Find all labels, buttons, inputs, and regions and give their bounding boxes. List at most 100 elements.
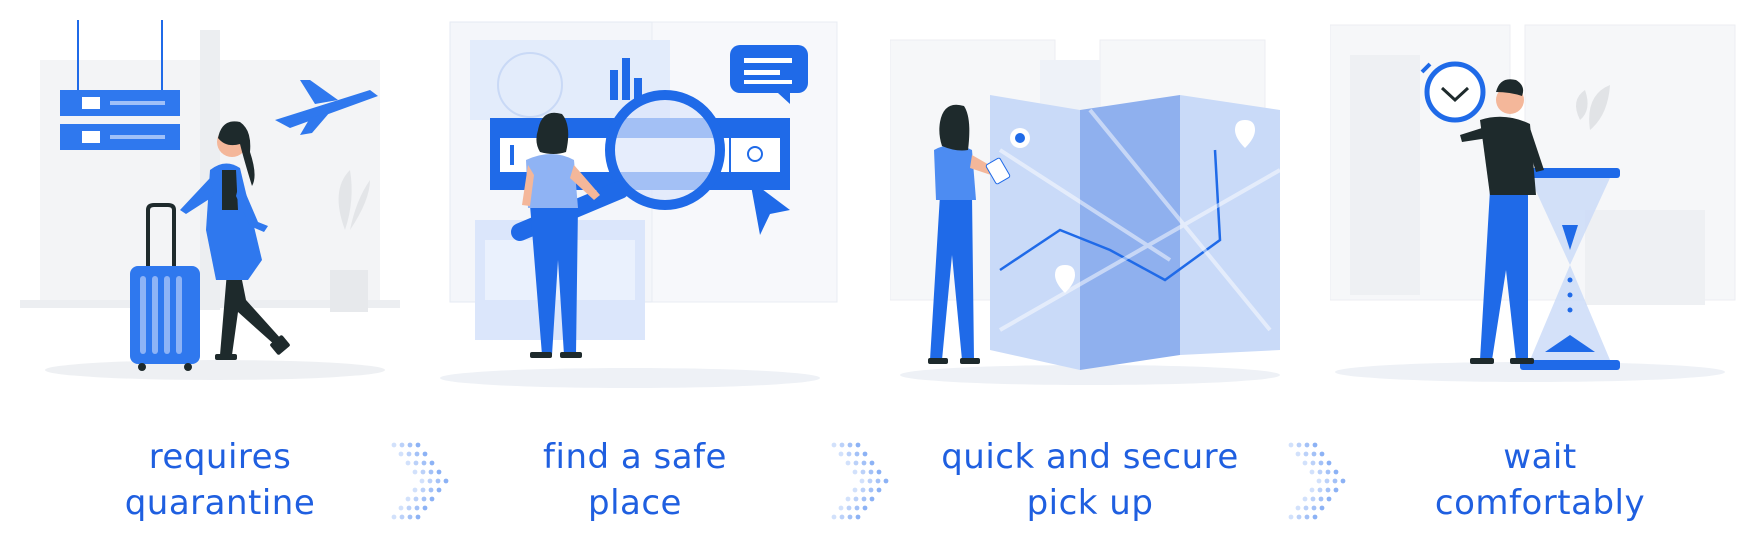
airport-illustration [20, 20, 400, 380]
arrow-dot [420, 487, 426, 493]
arrow-dot [1303, 451, 1309, 457]
waiting-illustration [1330, 24, 1736, 382]
arrow-dot [421, 460, 427, 466]
arrow-dot [414, 505, 420, 511]
arrow-dot [1317, 469, 1323, 475]
arrow-dot [845, 496, 851, 502]
arrow-dot [415, 442, 421, 448]
arrow-dot [859, 478, 865, 484]
step-caption-line2: comfortably [1434, 483, 1646, 523]
map-illustration [890, 39, 1281, 385]
arrow-dot [407, 514, 413, 520]
arrow-dot [1324, 478, 1330, 484]
arrow-dot [422, 451, 428, 457]
arrow-dot [852, 469, 858, 475]
arrow-dot [838, 505, 844, 511]
step-caption-line1: quick and secure [941, 437, 1239, 477]
arrow-dot [1310, 460, 1316, 466]
arrow-dot [855, 442, 861, 448]
step-requires-quarantine: requires quarantine [0, 0, 420, 542]
arrow-dot [854, 505, 860, 511]
arrow-dot [421, 496, 427, 502]
step-find-a-safe-place: find a safe place [430, 0, 860, 542]
arrow-dot [1319, 451, 1325, 457]
search-illustration [440, 21, 838, 388]
arrow-dot [391, 442, 397, 448]
arrow-dot [399, 442, 405, 448]
step-caption-line1: find a safe [543, 437, 727, 477]
step-caption-line2: quarantine [124, 483, 316, 523]
arrow-dot [854, 451, 860, 457]
arrow-dot [1296, 514, 1302, 520]
arrow-dot [420, 469, 426, 475]
arrow-dot [1319, 505, 1325, 511]
arrow-dot [405, 460, 411, 466]
arrow-dot [861, 460, 867, 466]
arrow-dot [852, 487, 858, 493]
arrow-dot [1312, 514, 1318, 520]
arrow-dot [398, 451, 404, 457]
arrow-dot [839, 442, 845, 448]
arrow-dot [1295, 505, 1301, 511]
arrow-dot [398, 505, 404, 511]
step-caption-line2: place [588, 483, 682, 523]
arrow-dot [869, 460, 875, 466]
arrow-dot [414, 451, 420, 457]
arrow-dot [1312, 442, 1318, 448]
arrow-dot [868, 487, 874, 493]
arrow-dot [860, 487, 866, 493]
arrow-dot [1304, 442, 1310, 448]
arrow-dot [1288, 514, 1294, 520]
arrow-dot [405, 496, 411, 502]
arrow-dot [1311, 505, 1317, 511]
arrow-dot [412, 469, 418, 475]
arrow-dot [422, 505, 428, 511]
arrow-dot [862, 505, 868, 511]
arrow-dot [1316, 478, 1322, 484]
arrow-dot [1303, 505, 1309, 511]
arrow-dot [1296, 442, 1302, 448]
arrow-dot [406, 451, 412, 457]
arrow-dot [1310, 496, 1316, 502]
arrow-dot [1295, 451, 1301, 457]
arrow-dot [838, 451, 844, 457]
arrow-dot [860, 469, 866, 475]
step-caption: wait comfortably [1330, 434, 1750, 526]
arrow-dot [419, 478, 425, 484]
step-caption-line1: requires [148, 437, 292, 477]
arrow-dot [846, 505, 852, 511]
arrow-dot [831, 442, 837, 448]
arrow-dot [406, 505, 412, 511]
arrow-dot [412, 487, 418, 493]
arrow-dot [413, 496, 419, 502]
step-wait-comfortably: wait comfortably [1330, 0, 1760, 542]
arrow-dot [1302, 496, 1308, 502]
arrow-dot [1309, 469, 1315, 475]
arrow-dot [1317, 487, 1323, 493]
arrow-dot [399, 514, 405, 520]
arrow-dot [853, 460, 859, 466]
step-caption-line2: pick up [1026, 483, 1154, 523]
step-caption-line1: wait [1503, 437, 1577, 477]
arrow-dot [862, 451, 868, 457]
arrow-dot [391, 514, 397, 520]
step-caption: quick and secure pick up [880, 434, 1300, 526]
arrow-dot [861, 496, 867, 502]
arrow-dot [415, 514, 421, 520]
arrow-dot [845, 460, 851, 466]
step-quick-and-secure-pick-up: quick and secure pick up [890, 0, 1320, 542]
arrow-dot [413, 460, 419, 466]
arrow-dot [1318, 496, 1324, 502]
arrow-dot [868, 469, 874, 475]
arrow-dot [1309, 487, 1315, 493]
arrow-dot [407, 442, 413, 448]
arrow-dot [853, 496, 859, 502]
arrow-dot [867, 478, 873, 484]
arrow-dot [847, 442, 853, 448]
arrow-dot [1302, 460, 1308, 466]
arrow-dot [846, 451, 852, 457]
arrow-dot [831, 514, 837, 520]
arrow-dot [1304, 514, 1310, 520]
arrow-dot [855, 514, 861, 520]
arrow-dot [1288, 442, 1294, 448]
